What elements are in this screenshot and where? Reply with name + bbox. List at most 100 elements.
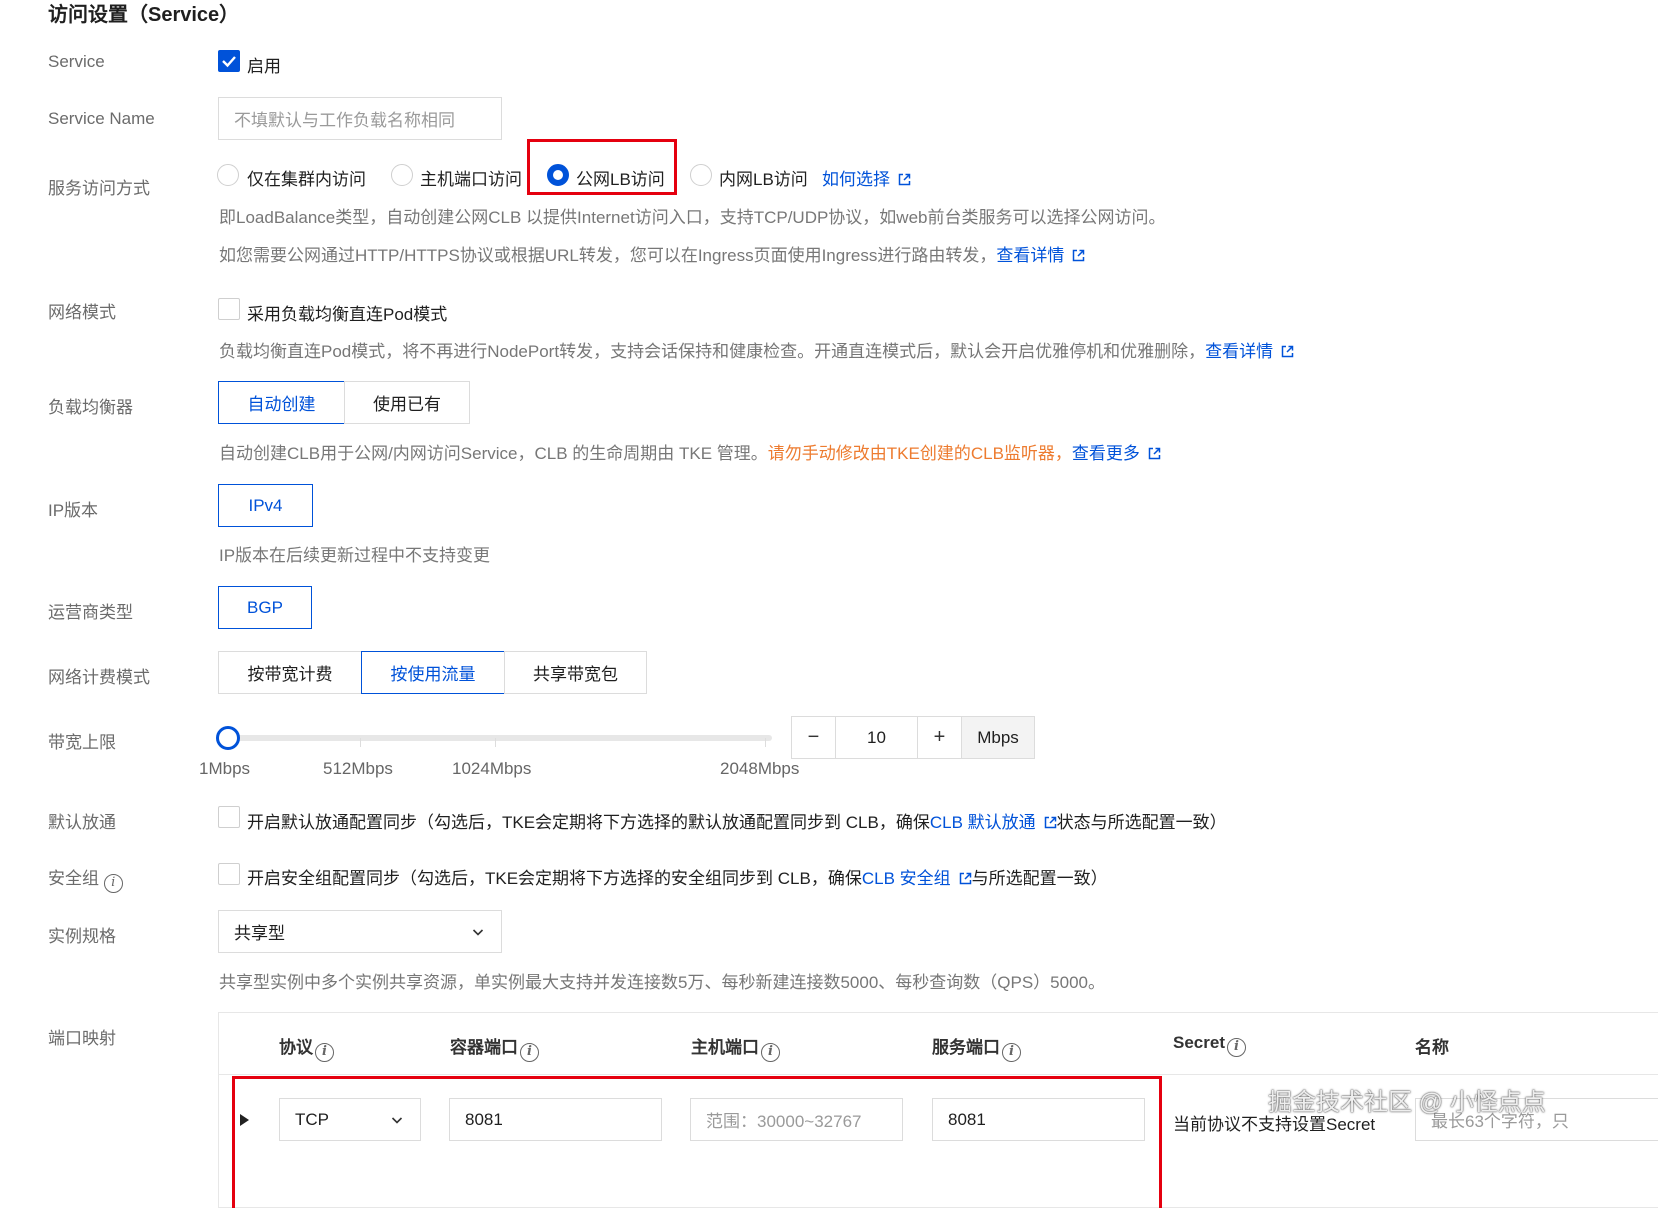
radio-host-port-label[interactable]: 主机端口访问 <box>420 165 522 190</box>
access-mode-details-text: 查看详情 <box>996 246 1065 265</box>
security-group-text-before: 开启安全组配置同步（勾选后，TKE会定期将下方选择的安全组同步到 CLB，确保 <box>247 869 862 888</box>
security-group-text: 开启安全组配置同步（勾选后，TKE会定期将下方选择的安全组同步到 CLB，确保C… <box>247 864 1108 889</box>
info-icon[interactable]: i <box>761 1043 780 1062</box>
external-link-icon <box>1044 816 1057 829</box>
th-secret: Secret i <box>1173 1033 1246 1057</box>
slider-tick-label-2048: 2048Mbps <box>720 759 800 778</box>
service-name-input[interactable]: 不填默认与工作负载名称相同 <box>218 97 502 140</box>
ip-version-segmented: IPv4 <box>218 484 313 527</box>
stepper-plus-button[interactable]: + <box>917 717 961 758</box>
ip-version-hint: IP版本在后续更新过程中不支持变更 <box>219 546 491 565</box>
billing-option-bandwidth[interactable]: 按带宽计费 <box>218 651 362 694</box>
isp-type-segmented: BGP <box>218 586 312 629</box>
radio-internal-lb[interactable] <box>690 164 712 186</box>
th-protocol-text: 协议 <box>279 1038 313 1057</box>
slider-tick-label-512: 512Mbps <box>323 759 393 778</box>
th-host-port-text: 主机端口 <box>691 1038 759 1057</box>
slider-track <box>226 735 772 741</box>
security-group-checkbox[interactable] <box>218 863 240 885</box>
security-group-text-after: 与所选配置一致） <box>971 869 1108 888</box>
default-allow-checkbox[interactable] <box>218 806 240 828</box>
external-link-icon <box>1281 345 1294 358</box>
default-allow-text-after: 状态与所选配置一致） <box>1056 813 1227 832</box>
access-mode-hint-2: 如您需要公网通过HTTP/HTTPS协议或根据URL转发，您可以在Ingress… <box>219 241 1085 266</box>
load-balancer-segmented: 自动创建 使用已有 <box>218 381 470 424</box>
info-icon[interactable]: i <box>103 874 123 893</box>
access-mode-hint-1: 即LoadBalance类型，自动创建公网CLB 以提供Internet访问入口… <box>219 208 1166 227</box>
billing-option-traffic[interactable]: 按使用流量 <box>361 651 505 694</box>
default-allow-text-before: 开启默认放通配置同步（勾选后，TKE会定期将下方选择的默认放通配置同步到 CLB… <box>247 813 930 832</box>
external-link-icon <box>959 872 972 885</box>
direct-pod-label: 采用负载均衡直连Pod模式 <box>247 305 448 324</box>
service-name-placeholder: 不填默认与工作负载名称相同 <box>234 111 455 130</box>
billing-mode-label: 网络计费模式 <box>48 668 150 687</box>
load-balancer-hint: 自动创建CLB用于公网/内网访问Service，CLB 的生命周期由 TKE 管… <box>219 439 1161 464</box>
check-icon <box>222 56 236 68</box>
network-mode-hint-text: 负载均衡直连Pod模式，将不再进行NodePort转发，支持会话保持和健康检查。… <box>219 342 1206 361</box>
load-balancer-more-text: 查看更多 <box>1071 444 1140 463</box>
direct-pod-checkbox[interactable] <box>218 298 240 320</box>
ip-version-option-ipv4[interactable]: IPv4 <box>218 484 313 527</box>
th-container-port: 容器端口 i <box>450 1033 539 1062</box>
th-container-port-text: 容器端口 <box>450 1038 518 1057</box>
bandwidth-label: 带宽上限 <box>48 733 116 752</box>
service-enable-label: 启用 <box>247 57 281 76</box>
bandwidth-slider[interactable] <box>216 724 772 752</box>
th-service-port: 服务端口 i <box>932 1033 1021 1062</box>
slider-tick-1024 <box>495 738 496 747</box>
clb-default-allow-text: CLB 默认放通 <box>929 813 1036 832</box>
slider-tick-2048 <box>765 738 766 747</box>
service-enable-checkbox[interactable] <box>218 50 240 72</box>
bandwidth-value-input[interactable]: 10 <box>836 717 917 758</box>
chevron-down-icon <box>472 928 484 936</box>
highlight-box-port-row <box>232 1076 1162 1208</box>
th-host-port: 主机端口 i <box>691 1033 780 1062</box>
lb-option-auto-create[interactable]: 自动创建 <box>218 381 345 424</box>
slider-tick-512 <box>360 738 361 747</box>
radio-internal-lb-label[interactable]: 内网LB访问 <box>719 165 808 190</box>
access-mode-label: 服务访问方式 <box>48 179 150 198</box>
bandwidth-unit: Mbps <box>961 717 1034 758</box>
load-balancer-label: 负载均衡器 <box>48 398 133 417</box>
billing-option-shared-package[interactable]: 共享带宽包 <box>504 651 647 694</box>
stepper-minus-button[interactable]: − <box>792 717 836 758</box>
external-link-icon <box>898 173 911 186</box>
load-balancer-hint-text: 自动创建CLB用于公网/内网访问Service，CLB 的生命周期由 TKE 管… <box>219 444 768 463</box>
lb-option-use-existing[interactable]: 使用已有 <box>344 381 470 424</box>
radio-cluster-only[interactable] <box>217 164 239 186</box>
clb-security-group-link[interactable]: CLB 安全组 <box>862 869 972 888</box>
info-icon[interactable]: i <box>520 1043 539 1062</box>
load-balancer-more-link[interactable]: 查看更多 <box>1072 444 1161 463</box>
info-icon[interactable]: i <box>315 1043 334 1062</box>
external-link-icon <box>1148 447 1161 460</box>
slider-handle[interactable] <box>216 726 240 750</box>
radio-host-port[interactable] <box>391 164 413 186</box>
instance-spec-value: 共享型 <box>234 924 285 943</box>
network-mode-details-text: 查看详情 <box>1205 342 1274 361</box>
radio-cluster-only-label[interactable]: 仅在集群内访问 <box>247 165 366 190</box>
default-allow-text: 开启默认放通配置同步（勾选后，TKE会定期将下方选择的默认放通配置同步到 CLB… <box>247 808 1227 833</box>
instance-spec-label: 实例规格 <box>48 927 116 946</box>
network-mode-label: 网络模式 <box>48 303 116 322</box>
info-icon[interactable]: i <box>1002 1043 1021 1062</box>
service-name-label: Service Name <box>48 109 155 128</box>
default-allow-label: 默认放通 <box>48 813 116 832</box>
clb-default-allow-link[interactable]: CLB 默认放通 <box>930 813 1057 832</box>
ip-version-label: IP版本 <box>48 501 99 520</box>
isp-option-bgp[interactable]: BGP <box>218 586 312 629</box>
th-name: 名称 <box>1415 1038 1449 1057</box>
instance-spec-hint: 共享型实例中多个实例共享资源，单实例最大支持并发连接数5万、每秒新建连接数500… <box>219 973 1105 992</box>
isp-type-label: 运营商类型 <box>48 603 133 622</box>
watermark: 掘金技术社区 @ 小怪点点 <box>1268 1089 1546 1116</box>
security-group-label-text: 安全组 <box>48 869 99 888</box>
network-mode-hint: 负载均衡直连Pod模式，将不再进行NodePort转发，支持会话保持和健康检查。… <box>219 337 1294 362</box>
security-group-label: 安全组 i <box>48 864 123 893</box>
external-link-icon <box>1072 249 1085 262</box>
info-icon[interactable]: i <box>1226 1038 1246 1057</box>
access-mode-details-link[interactable]: 查看详情 <box>996 246 1085 265</box>
slider-tick-label-1024: 1024Mbps <box>452 759 532 778</box>
network-mode-details-link[interactable]: 查看详情 <box>1205 342 1294 361</box>
instance-spec-select[interactable]: 共享型 <box>218 910 502 953</box>
how-to-choose-link[interactable]: 如何选择 <box>822 165 911 190</box>
bandwidth-stepper: − 10 + Mbps <box>791 716 1035 759</box>
